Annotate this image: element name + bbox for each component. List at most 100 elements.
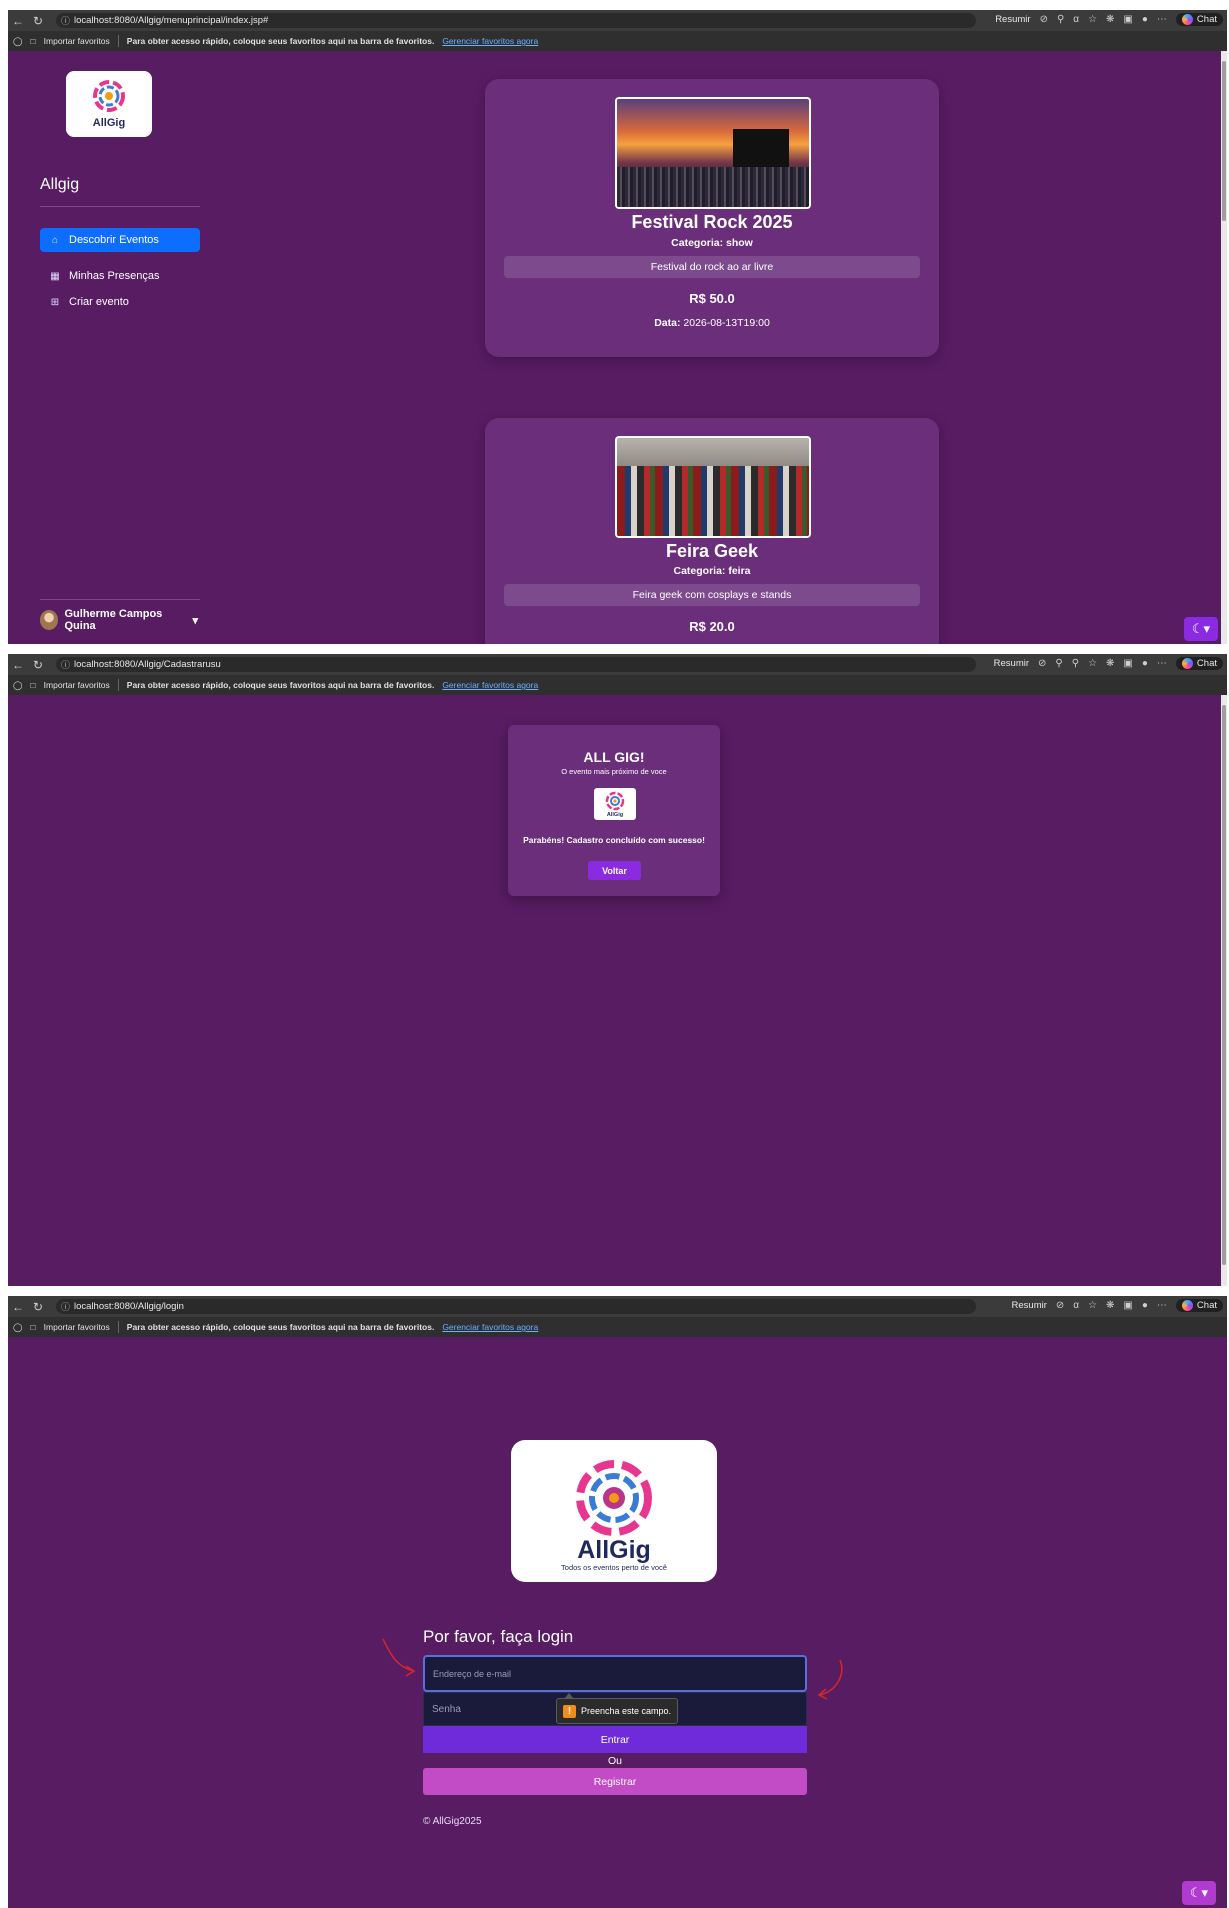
- import-favorites-link[interactable]: Importar favoritos: [44, 36, 110, 46]
- address-bar[interactable]: ⓘ localhost:8080/Allgig/login: [56, 1299, 976, 1314]
- caret-down-icon: ▾: [192, 614, 198, 627]
- chat-button[interactable]: Chat: [1175, 657, 1223, 670]
- copilot-icon: [1181, 1300, 1193, 1311]
- voltar-button[interactable]: Voltar: [588, 861, 641, 880]
- back-icon[interactable]: ←: [8, 658, 28, 672]
- moon-icon: ☾▾: [1189, 1885, 1209, 1900]
- copilot-icon: [1181, 658, 1193, 669]
- event-card[interactable]: Festival Rock 2025 Categoria: show Festi…: [485, 79, 939, 357]
- favorites-message: Para obter acesso rápido, coloque seus f…: [126, 1322, 435, 1332]
- separator: [117, 1321, 119, 1333]
- url-text: localhost:8080/Allgig/menuprincipal/inde…: [74, 15, 269, 26]
- collections-icon[interactable]: ▣: [1123, 14, 1132, 25]
- refresh-icon[interactable]: ↻: [28, 658, 48, 672]
- zoom-icon[interactable]: ⚲: [1072, 658, 1079, 669]
- event-card[interactable]: Feira Geek Categoria: feira Feira geek c…: [485, 418, 939, 644]
- event-price: R$ 20.0: [689, 619, 735, 634]
- sidebar-item-label: Criar evento: [69, 296, 129, 308]
- crowd-shape: [617, 167, 809, 207]
- event-description: Festival do rock ao ar livre: [504, 256, 920, 278]
- import-favorites-link[interactable]: Importar favoritos: [44, 1322, 110, 1332]
- allgig-logo-icon: AllGig: [605, 791, 625, 818]
- validation-tooltip: ! Preencha este campo.: [556, 1693, 679, 1724]
- import-favorites-icon: □: [30, 36, 36, 46]
- extensions-icon[interactable]: ❋: [1106, 1300, 1114, 1311]
- star-icon[interactable]: ☆: [1088, 14, 1097, 25]
- more-icon[interactable]: ⋯: [1157, 658, 1167, 669]
- address-bar[interactable]: ⓘ localhost:8080/Allgig/menuprincipal/in…: [56, 13, 976, 28]
- login-button[interactable]: Entrar: [423, 1726, 807, 1753]
- theme-toggle-button[interactable]: ☾▾: [1182, 1881, 1216, 1905]
- reader-icon[interactable]: ⊘: [1038, 658, 1046, 669]
- browser-toolbar: ← ↻ ⓘ localhost:8080/Allgig/Cadastrarusu…: [8, 654, 1227, 675]
- collections-icon[interactable]: ▣: [1123, 1300, 1132, 1311]
- manage-favorites-link[interactable]: Gerenciar favoritos agora: [442, 36, 538, 46]
- summary-button[interactable]: Resumir: [995, 14, 1030, 25]
- browser-toolbar: ← ↻ ⓘ localhost:8080/Allgig/login Resumi…: [8, 1296, 1227, 1317]
- refresh-icon[interactable]: ↻: [28, 1300, 48, 1314]
- sidebar-item-criar-evento[interactable]: ⊞ Criar evento: [40, 290, 200, 314]
- chat-label: Chat: [1196, 658, 1217, 669]
- summary-button[interactable]: Resumir: [1012, 1300, 1047, 1311]
- email-field[interactable]: [423, 1655, 807, 1692]
- more-icon[interactable]: ⋯: [1157, 14, 1167, 25]
- more-icon[interactable]: ⋯: [1157, 1300, 1167, 1311]
- sidebar-brand[interactable]: Allgig: [40, 176, 79, 194]
- svg-text:AllGig: AllGig: [577, 1536, 651, 1564]
- profile-icon[interactable]: ●: [1142, 658, 1148, 669]
- allgig-logo-icon: AllGig Todos os eventos perto de você: [561, 1460, 667, 1572]
- reader-icon[interactable]: ⊘: [1040, 14, 1048, 25]
- scrollbar-thumb[interactable]: [1222, 705, 1226, 1265]
- summary-button[interactable]: Resumir: [994, 658, 1029, 669]
- tooltip-text: Preencha este campo.: [581, 1706, 672, 1716]
- screenshot-menu-principal: ← ↻ ⓘ localhost:8080/Allgig/menuprincipa…: [8, 10, 1227, 644]
- profile-icon[interactable]: ●: [1142, 14, 1148, 25]
- import-favorites-link[interactable]: Importar favoritos: [44, 680, 110, 690]
- translate-icon[interactable]: α: [1073, 14, 1079, 25]
- home-icon: ⌂: [51, 234, 59, 246]
- star-icon[interactable]: ☆: [1088, 658, 1097, 669]
- manage-favorites-link[interactable]: Gerenciar favoritos agora: [442, 1322, 538, 1332]
- favorites-bar: ◯ □ Importar favoritos Para obter acesso…: [8, 675, 1227, 695]
- chat-button[interactable]: Chat: [1175, 13, 1223, 26]
- extensions-icon[interactable]: ❋: [1106, 14, 1114, 25]
- page-content: AllGig Todos os eventos perto de você Po…: [8, 1337, 1227, 1908]
- event-date: Data: 2026-08-13T19:00: [485, 317, 939, 329]
- sidebar-item-minhas-presencas[interactable]: ▦ Minhas Presenças: [40, 264, 200, 288]
- sidebar-item-descobrir-eventos[interactable]: ⌂ Descobrir Eventos: [40, 228, 200, 252]
- toolbar-right: Resumir ⊘ α ☆ ❋ ▣ ● ⋯ Chat: [1012, 1299, 1223, 1312]
- key-icon[interactable]: ⚲: [1055, 658, 1062, 669]
- copyright: © AllGig2025: [423, 1816, 482, 1827]
- profile-icon[interactable]: ●: [1142, 1300, 1148, 1311]
- table-icon: ▦: [50, 270, 60, 282]
- info-icon[interactable]: ⓘ: [61, 658, 70, 671]
- extensions-icon[interactable]: ❋: [1106, 658, 1114, 669]
- star-icon[interactable]: ☆: [1088, 1300, 1097, 1311]
- reader-icon[interactable]: ⊘: [1056, 1300, 1064, 1311]
- browser-toolbar: ← ↻ ⓘ localhost:8080/Allgig/menuprincipa…: [8, 10, 1227, 31]
- chat-button[interactable]: Chat: [1175, 1299, 1223, 1312]
- event-category: Categoria: show: [671, 237, 753, 249]
- translate-icon[interactable]: α: [1073, 1300, 1079, 1311]
- register-button[interactable]: Registrar: [423, 1768, 807, 1795]
- sidebar-logo[interactable]: AllGig: [66, 71, 152, 137]
- back-icon[interactable]: ←: [8, 14, 28, 28]
- back-icon[interactable]: ←: [8, 1300, 28, 1314]
- user-menu[interactable]: Gulherme Campos Quina ▾: [40, 608, 198, 632]
- scrollbar[interactable]: [1221, 51, 1227, 644]
- import-favorites-icon: □: [30, 1322, 36, 1332]
- scrollbar[interactable]: [1221, 695, 1227, 1286]
- event-category: Categoria: feira: [673, 565, 751, 577]
- separator: [117, 679, 119, 691]
- import-favorites-icon: □: [30, 680, 36, 690]
- info-icon[interactable]: ⓘ: [61, 1300, 70, 1313]
- favorites-bar-icon: ◯: [13, 679, 23, 690]
- theme-toggle-button[interactable]: ☾▾: [1184, 617, 1218, 641]
- key-icon[interactable]: ⚲: [1057, 14, 1064, 25]
- address-bar[interactable]: ⓘ localhost:8080/Allgig/Cadastrarusu: [56, 657, 976, 672]
- collections-icon[interactable]: ▣: [1123, 658, 1132, 669]
- refresh-icon[interactable]: ↻: [28, 14, 48, 28]
- manage-favorites-link[interactable]: Gerenciar favoritos agora: [442, 680, 538, 690]
- info-icon[interactable]: ⓘ: [61, 14, 70, 27]
- scrollbar-thumb[interactable]: [1222, 61, 1226, 221]
